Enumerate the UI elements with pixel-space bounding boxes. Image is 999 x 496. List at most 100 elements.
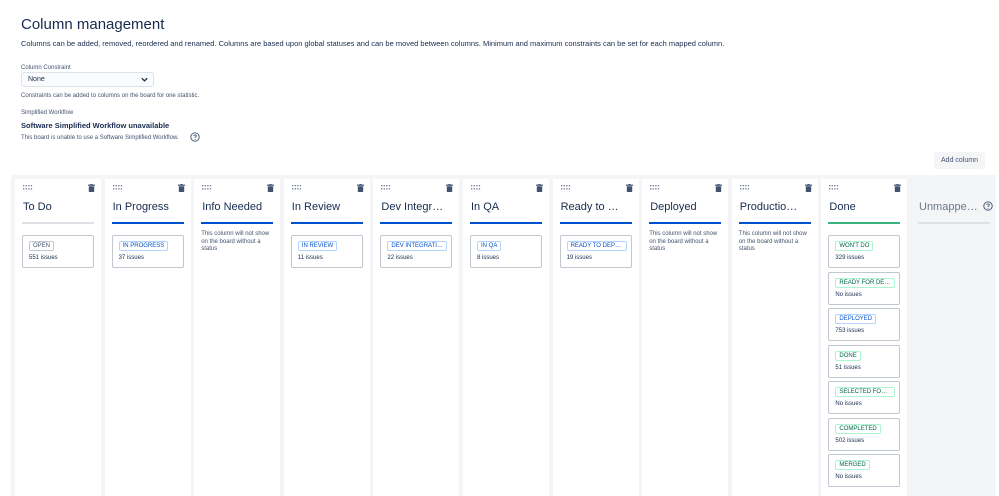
column-constraint-help: Constraints can be added to columns on t… <box>21 93 200 99</box>
board-column: Productio… This column will not show on t… <box>731 179 818 496</box>
status-lozenge: DEV INTEGRATI… <box>387 241 447 251</box>
question-circle-icon[interactable] <box>190 132 200 142</box>
board-column: Done WON'T DO 329 issues READY FOR DEP… No i… <box>821 179 908 496</box>
trash-icon[interactable] <box>446 184 454 192</box>
unmapped-column: Unmappe… <box>911 179 997 496</box>
status-card[interactable]: WON'T DO 329 issues <box>828 235 901 268</box>
column-status-bar <box>470 222 542 224</box>
column-status-bar <box>918 222 990 224</box>
status-card[interactable]: DONE 51 issues <box>828 344 901 378</box>
drag-handle-icon[interactable] <box>381 185 391 191</box>
column-status-bar <box>22 222 94 224</box>
drag-handle-icon[interactable] <box>829 185 839 191</box>
status-card[interactable]: SELECTED FOR … No issues <box>828 381 901 414</box>
simplified-workflow-title: Software Simplified Workflow unavailable <box>21 121 170 130</box>
column-name[interactable]: Done <box>829 201 855 213</box>
simplified-workflow-help: This board is unable to use a Software S… <box>21 135 179 141</box>
drag-handle-icon[interactable] <box>112 185 123 191</box>
status-lozenge: DONE <box>835 350 861 361</box>
board-column: To Do OPEN 551 issues <box>15 179 101 496</box>
issue-count: 502 issues <box>835 437 865 444</box>
column-name[interactable]: To Do <box>23 201 52 213</box>
column-status-bar <box>111 222 184 224</box>
no-status-text: This column will not show on the board w… <box>201 231 270 252</box>
column-constraint-label: Column Constraint <box>21 65 71 71</box>
column-name[interactable]: Dev Integr… <box>381 201 443 213</box>
status-card[interactable]: MERGED No issues <box>828 454 901 487</box>
trash-icon[interactable] <box>715 184 723 192</box>
status-lozenge: IN PROGRESS <box>118 241 169 251</box>
column-name[interactable]: Deployed <box>650 201 696 213</box>
column-name[interactable]: Info Needed <box>202 201 262 213</box>
trash-icon[interactable] <box>88 184 95 192</box>
status-lozenge: IN REVIEW <box>297 241 338 251</box>
trash-icon[interactable] <box>625 184 633 192</box>
drag-handle-icon[interactable] <box>471 185 481 191</box>
status-lozenge: COMPLETED <box>835 423 881 434</box>
drag-handle-icon[interactable] <box>23 185 33 191</box>
column-constraint-select[interactable]: None <box>21 72 154 87</box>
issue-count: 37 issues <box>118 255 144 261</box>
trash-icon[interactable] <box>267 184 275 192</box>
board-column: Ready to … READY TO DEPL… 19 issues <box>552 179 639 496</box>
status-card[interactable]: READY FOR DEP… No issues <box>828 271 901 305</box>
trash-icon[interactable] <box>536 184 543 192</box>
chevron-down-icon <box>141 77 148 82</box>
status-lozenge: WON'T DO <box>835 241 874 251</box>
status-card[interactable]: COMPLETED 502 issues <box>828 417 901 451</box>
column-status-bar <box>559 222 632 224</box>
status-lozenge: DEPLOYED <box>835 314 877 324</box>
status-card[interactable]: DEPLOYED 753 issues <box>828 308 901 341</box>
issue-count: 753 issues <box>835 328 865 334</box>
column-status-bar <box>290 222 363 224</box>
issue-count: 19 issues <box>566 255 592 261</box>
status-lozenge: OPEN <box>29 241 55 251</box>
status-card[interactable]: IN QA 8 issues <box>470 235 542 268</box>
column-status-bar <box>380 222 453 224</box>
board-column: In QA IN QA 8 issues <box>463 179 549 496</box>
status-card[interactable]: DEV INTEGRATI… 22 issues <box>380 235 453 268</box>
trash-icon[interactable] <box>177 184 185 192</box>
issue-count: 551 issues <box>29 255 58 261</box>
page-description: Columns can be added, removed, reordered… <box>21 39 725 48</box>
issue-count: 11 issues <box>297 255 323 261</box>
column-constraint-value: None <box>28 76 45 83</box>
issue-count: No issues <box>835 401 862 407</box>
no-status-text: This column will not show on the board w… <box>738 231 807 252</box>
column-status-bar <box>738 222 811 224</box>
column-status-bar <box>828 222 901 224</box>
add-column-button[interactable]: Add column <box>934 152 985 169</box>
unmapped-column-name: Unmappe… <box>919 201 978 213</box>
drag-handle-icon[interactable] <box>739 185 750 191</box>
question-circle-icon[interactable] <box>983 201 993 211</box>
status-lozenge: IN QA <box>477 241 502 251</box>
drag-handle-icon[interactable] <box>291 185 302 191</box>
status-card[interactable]: READY TO DEPL… 19 issues <box>559 235 632 268</box>
issue-count: 51 issues <box>835 364 861 371</box>
drag-handle-icon[interactable] <box>560 185 571 191</box>
column-name[interactable]: Productio… <box>740 201 797 213</box>
column-board: To Do OPEN 551 issues In Progress IN PROGRES… <box>11 175 996 496</box>
status-card[interactable]: IN PROGRESS 37 issues <box>111 235 184 268</box>
status-card[interactable]: OPEN 551 issues <box>22 235 94 268</box>
column-status-bar <box>201 222 274 224</box>
column-name[interactable]: In Review <box>292 201 340 213</box>
trash-icon[interactable] <box>894 184 902 192</box>
status-lozenge: MERGED <box>835 460 870 470</box>
column-status-bar <box>649 222 722 224</box>
trash-icon[interactable] <box>356 184 364 192</box>
drag-handle-icon[interactable] <box>202 185 212 191</box>
board-column: Dev Integr… DEV INTEGRATI… 22 issues <box>373 179 460 496</box>
column-name[interactable]: In Progress <box>113 201 169 213</box>
issue-count: 22 issues <box>387 255 413 261</box>
issue-count: 8 issues <box>477 255 500 261</box>
issue-count: 329 issues <box>835 255 865 261</box>
column-name[interactable]: Ready to … <box>561 201 619 213</box>
board-column: Deployed This column will not show on the… <box>642 179 729 496</box>
page-title: Column management <box>21 16 165 33</box>
trash-icon[interactable] <box>804 184 812 192</box>
status-card[interactable]: IN REVIEW 11 issues <box>290 235 363 268</box>
status-lozenge: SELECTED FOR … <box>835 387 896 397</box>
drag-handle-icon[interactable] <box>650 185 660 191</box>
column-name[interactable]: In QA <box>471 201 499 213</box>
